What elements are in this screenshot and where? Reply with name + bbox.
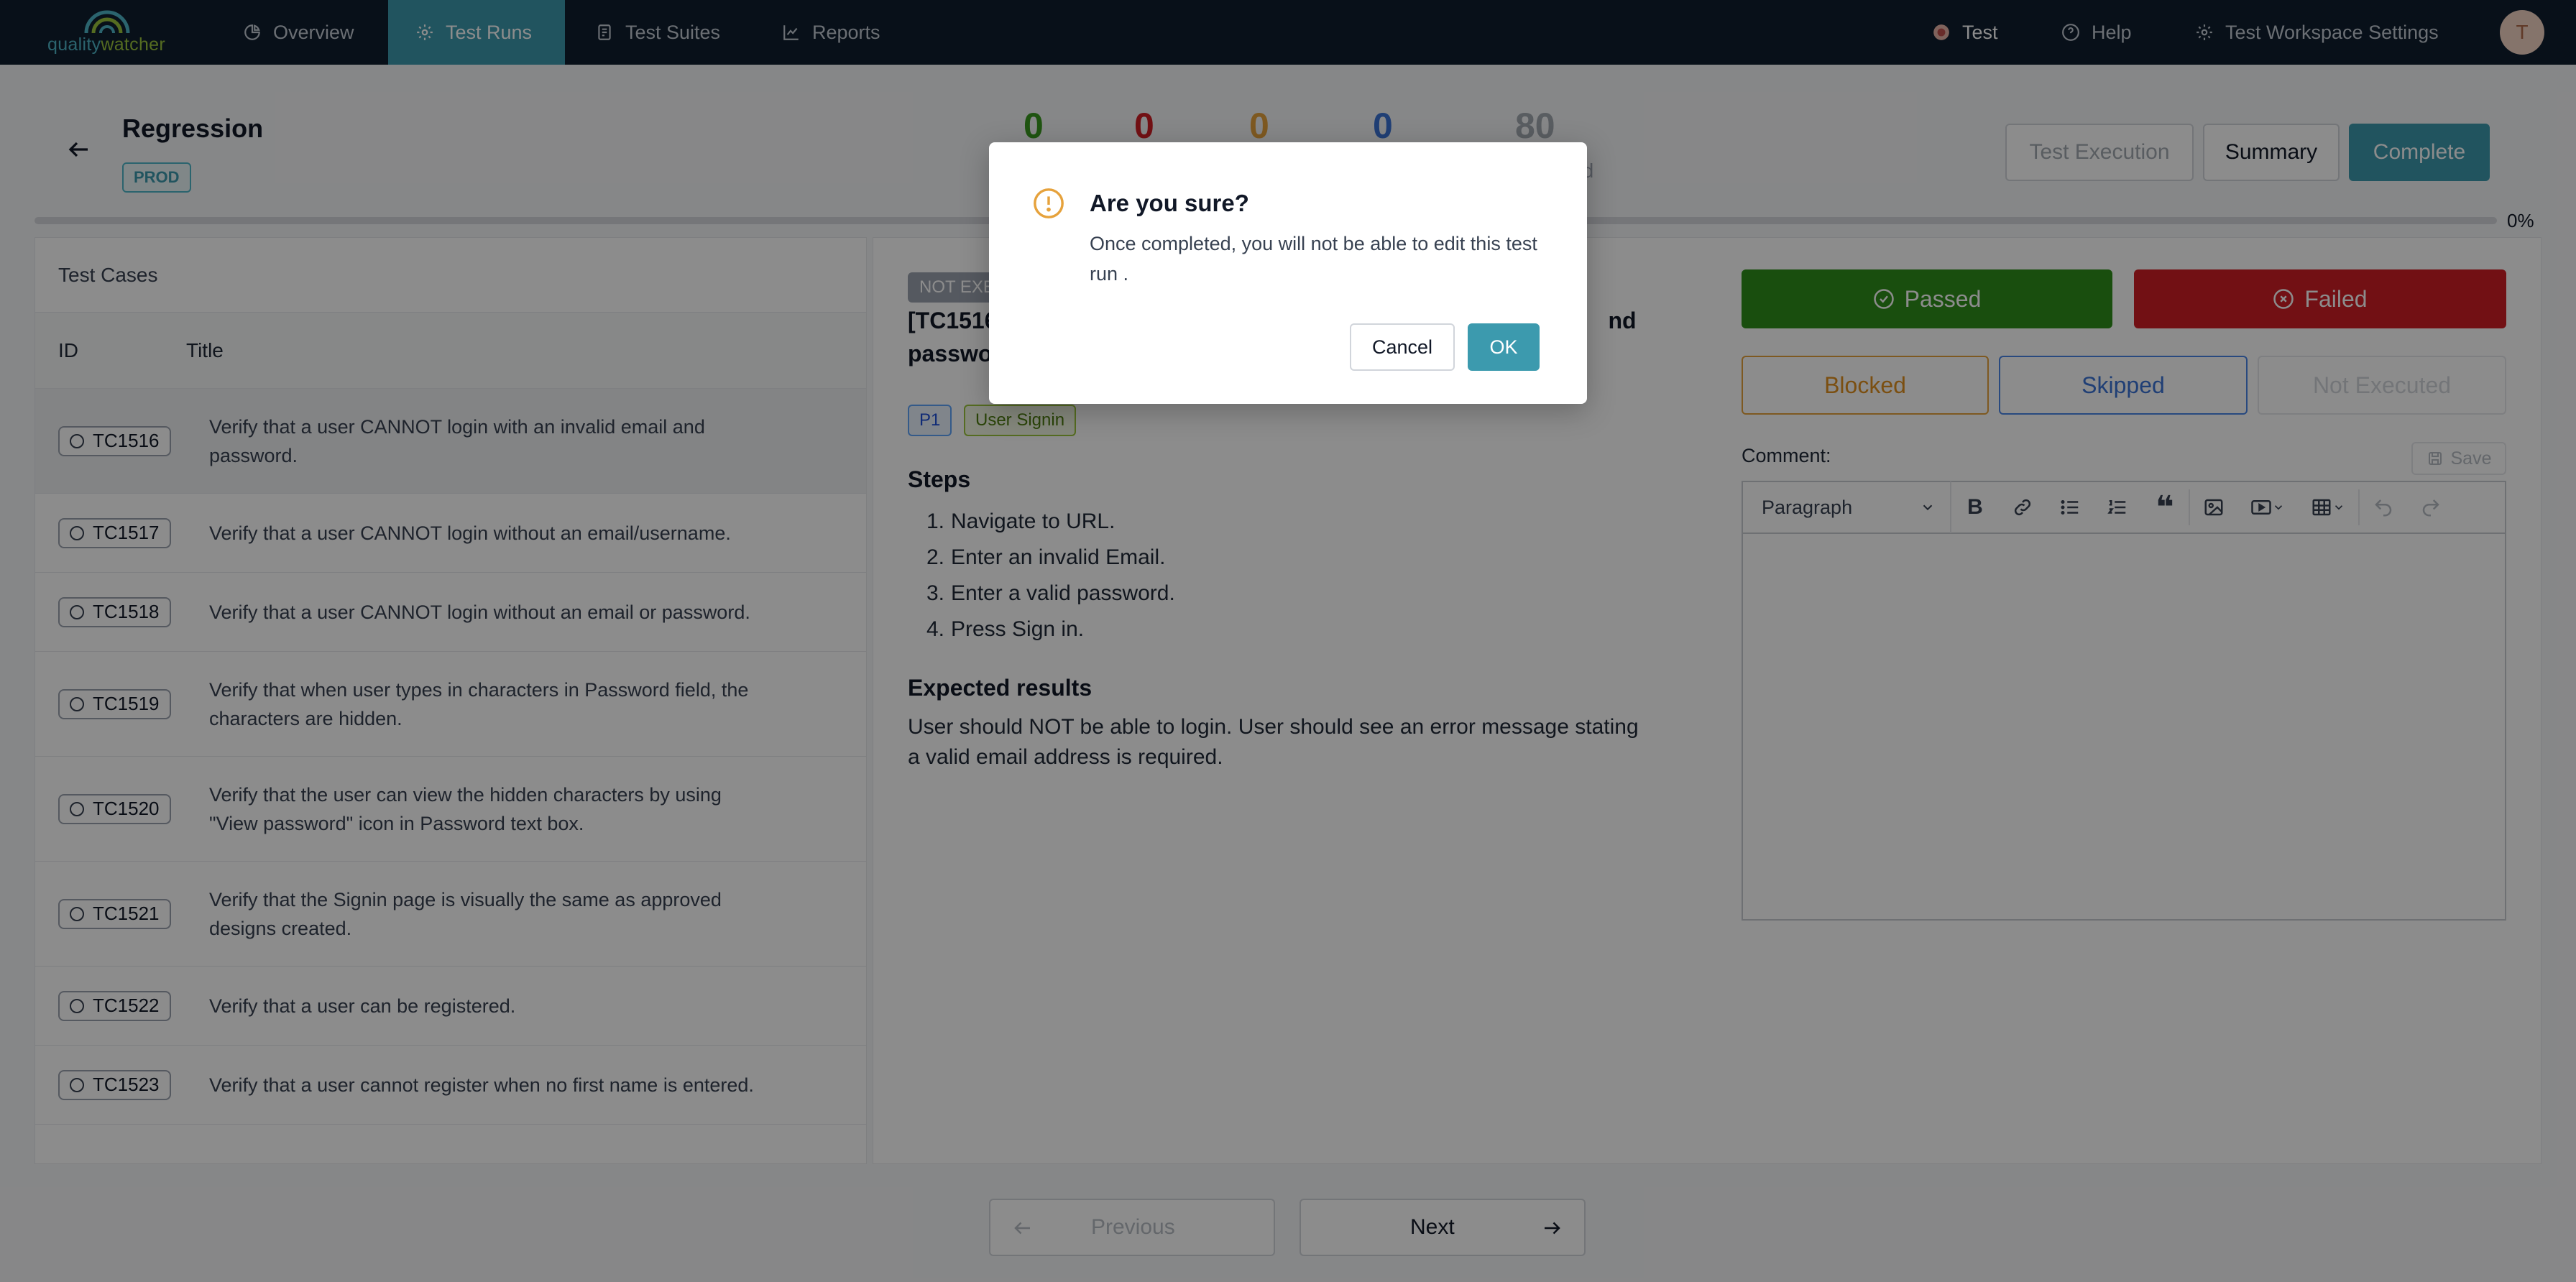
ok-button[interactable]: OK — [1468, 323, 1540, 371]
cancel-button[interactable]: Cancel — [1350, 323, 1455, 371]
dialog-message: Once completed, you will not be able to … — [1090, 233, 1537, 285]
warning-icon — [1034, 188, 1064, 218]
confirm-dialog: Are you sure? Once completed, you will n… — [989, 142, 1587, 404]
dialog-title: Are you sure? — [1090, 190, 1249, 216]
